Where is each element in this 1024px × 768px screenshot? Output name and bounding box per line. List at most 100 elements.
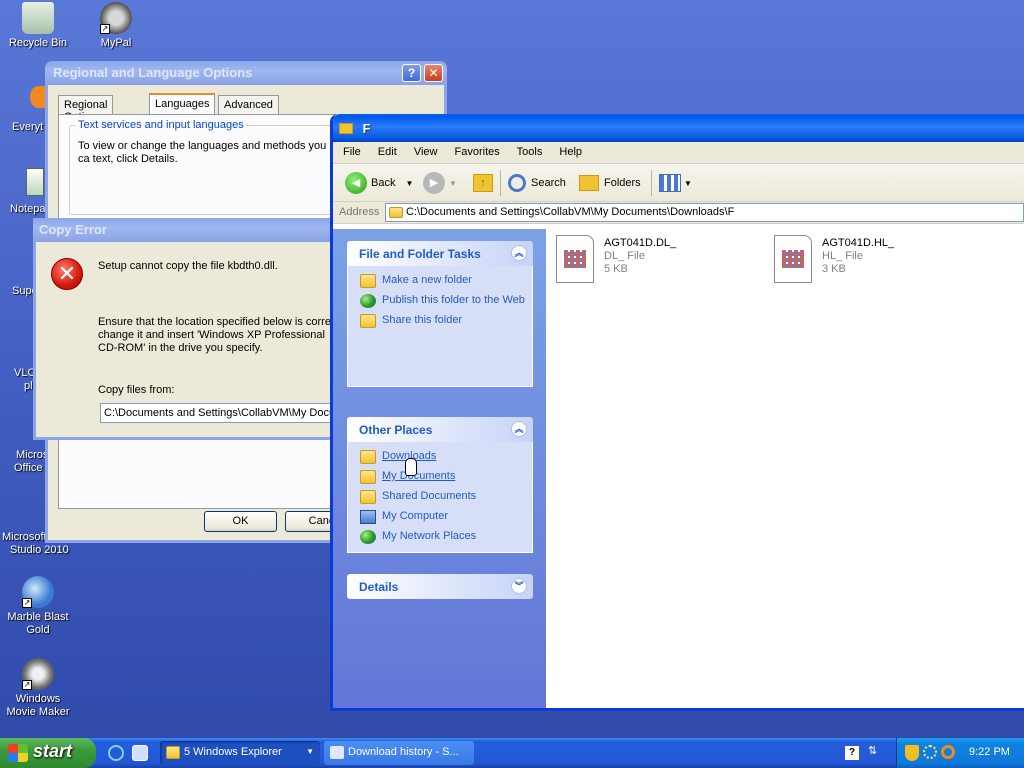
- close-button[interactable]: ✕: [424, 64, 443, 82]
- dropdown-arrow-icon: ▼: [449, 178, 457, 188]
- back-button[interactable]: ◀ Back ▼: [345, 172, 413, 194]
- toolbar-separator: [500, 170, 501, 196]
- menu-tools[interactable]: Tools: [517, 146, 543, 158]
- desktop-partial-label: Micros: [16, 449, 49, 461]
- expand-chevron-icon[interactable]: ︾: [511, 578, 527, 594]
- file-item[interactable]: AGT041D.HL_ HL_ File 3 KB: [774, 235, 974, 285]
- folders-icon: [579, 175, 599, 191]
- desktop-partial-label: Everyt: [12, 121, 44, 133]
- ok-button[interactable]: OK: [204, 511, 277, 532]
- up-folder-button[interactable]: ↑: [473, 172, 493, 194]
- computer-icon: [360, 510, 376, 524]
- help-button[interactable]: ?: [402, 64, 421, 82]
- search-tray-icon[interactable]: [941, 745, 955, 759]
- window-titlebar[interactable]: Regional and Language Options ? ✕: [45, 61, 447, 85]
- start-button[interactable]: start: [0, 738, 96, 768]
- menu-file[interactable]: File: [343, 146, 361, 158]
- folders-button[interactable]: Folders: [579, 172, 641, 194]
- task-pane: File and Folder Tasks ︽ Make a new folde…: [333, 229, 546, 708]
- file-name: AGT041D.DL_: [604, 237, 677, 249]
- details-box: Details ︾: [347, 574, 533, 599]
- taskbar: start 5 Windows Explorer ▼ Download hist…: [0, 738, 1024, 768]
- desktop-icon-label: Marble Blast Gold: [7, 611, 69, 636]
- folder-icon: [360, 450, 376, 464]
- search-button[interactable]: Search: [508, 172, 566, 194]
- group-description: To view or change the languages and meth…: [78, 140, 327, 165]
- error-instructions: Ensure that the location specified below…: [98, 316, 337, 354]
- raccoon-icon: ↗: [100, 2, 132, 34]
- copy-from-input[interactable]: C:\Documents and Settings\CollabVM\My Do…: [100, 403, 340, 423]
- details-header[interactable]: Details ︾: [347, 574, 533, 599]
- network-tray-icon[interactable]: ⇅: [868, 744, 880, 760]
- file-size: 5 KB: [604, 263, 628, 275]
- place-my-network-places[interactable]: My Network Places: [358, 530, 532, 544]
- everything-icon: [30, 86, 46, 108]
- desktop-partial-label: Microsoft: [2, 531, 47, 543]
- task-share-folder[interactable]: Share this folder: [358, 314, 532, 328]
- desktop-icon-movie-maker[interactable]: ↗ Windows Movie Maker: [0, 658, 76, 719]
- ie-quicklaunch-icon[interactable]: [108, 745, 124, 761]
- error-icon: ✕: [51, 258, 83, 290]
- place-label: My Computer: [382, 510, 449, 522]
- system-tray: 9:22 PM: [896, 738, 1024, 768]
- address-input[interactable]: C:\Documents and Settings\CollabVM\My Do…: [385, 203, 1024, 222]
- network-places-icon: [360, 530, 376, 544]
- quicklaunch-icon[interactable]: [132, 745, 148, 761]
- collapse-chevron-icon[interactable]: ︽: [511, 421, 527, 437]
- recycle-bin-icon: [22, 2, 54, 34]
- dialog-titlebar[interactable]: Copy Error: [33, 218, 343, 242]
- marble-icon: ↗: [22, 576, 54, 608]
- task-make-new-folder[interactable]: Make a new folder: [358, 274, 532, 288]
- taskbar-item-windows-explorer[interactable]: 5 Windows Explorer ▼: [160, 741, 320, 765]
- menu-bar: File Edit View Favorites Tools Help: [333, 142, 1024, 164]
- toolbar-separator: [651, 170, 652, 196]
- forward-button[interactable]: ▶ ▼: [423, 172, 457, 194]
- place-shared-documents[interactable]: Shared Documents: [358, 490, 532, 504]
- taskbar-item-download-history[interactable]: Download history - S...: [324, 741, 474, 765]
- settings-tray-icon[interactable]: [923, 745, 937, 759]
- desktop-icon-recycle-bin[interactable]: Recycle Bin: [0, 2, 76, 50]
- address-bar: Address C:\Documents and Settings\Collab…: [333, 202, 1024, 224]
- help-tray-icon[interactable]: ?: [845, 746, 859, 760]
- menu-view[interactable]: View: [414, 146, 438, 158]
- notepad-icon: [26, 168, 44, 196]
- views-button[interactable]: ▼: [659, 172, 692, 194]
- task-label: Download history - S...: [348, 746, 459, 758]
- menu-help[interactable]: Help: [559, 146, 582, 158]
- task-label: Publish this folder to the Web: [382, 294, 525, 306]
- place-label: Shared Documents: [382, 490, 477, 502]
- clock[interactable]: 9:22 PM: [969, 746, 1010, 758]
- browser-icon: [330, 746, 344, 759]
- collapse-chevron-icon[interactable]: ︽: [511, 245, 527, 261]
- shortcut-arrow-icon: ↗: [22, 680, 32, 690]
- copy-error-dialog: Copy Error ✕ Setup cannot copy the file …: [33, 218, 343, 440]
- window-titlebar[interactable]: F: [333, 114, 1024, 142]
- place-my-documents[interactable]: My Documents: [358, 470, 532, 484]
- task-label: Make a new folder: [382, 274, 472, 286]
- tab-languages[interactable]: Languages: [149, 93, 216, 115]
- dropdown-arrow-icon: ▼: [306, 747, 314, 756]
- file-name: AGT041D.HL_: [822, 237, 895, 249]
- desktop-icon-mypal[interactable]: ↗ MyPal: [78, 2, 154, 50]
- desktop-icon-label: MyPal: [100, 37, 132, 49]
- security-shield-icon[interactable]: [905, 745, 919, 761]
- place-downloads[interactable]: Downloads: [358, 450, 532, 464]
- desktop-partial-label: Studio 2010: [10, 544, 69, 556]
- desktop-partial-label: Notepa: [10, 203, 46, 215]
- error-message: Setup cannot copy the file kbdth0.dll.: [98, 260, 278, 272]
- menu-favorites[interactable]: Favorites: [455, 146, 500, 158]
- menu-edit[interactable]: Edit: [378, 146, 397, 158]
- back-arrow-icon: ◀: [345, 172, 367, 194]
- tab-advanced[interactable]: Advanced: [218, 95, 279, 115]
- other-places-header[interactable]: Other Places ︽: [347, 417, 533, 442]
- tab-regional-options[interactable]: Regional Options: [58, 95, 114, 123]
- file-item[interactable]: AGT041D.DL_ DL_ File 5 KB: [556, 235, 756, 285]
- generic-file-icon: [774, 235, 812, 283]
- my-documents-icon: [360, 470, 376, 484]
- folder-icon: [339, 123, 353, 134]
- dropdown-arrow-icon: ▼: [684, 178, 692, 188]
- task-publish-to-web[interactable]: Publish this folder to the Web: [358, 294, 532, 308]
- file-folder-tasks-header[interactable]: File and Folder Tasks ︽: [347, 241, 533, 266]
- place-my-computer[interactable]: My Computer: [358, 510, 532, 524]
- desktop-icon-marble-blast[interactable]: ↗ Marble Blast Gold: [0, 576, 76, 637]
